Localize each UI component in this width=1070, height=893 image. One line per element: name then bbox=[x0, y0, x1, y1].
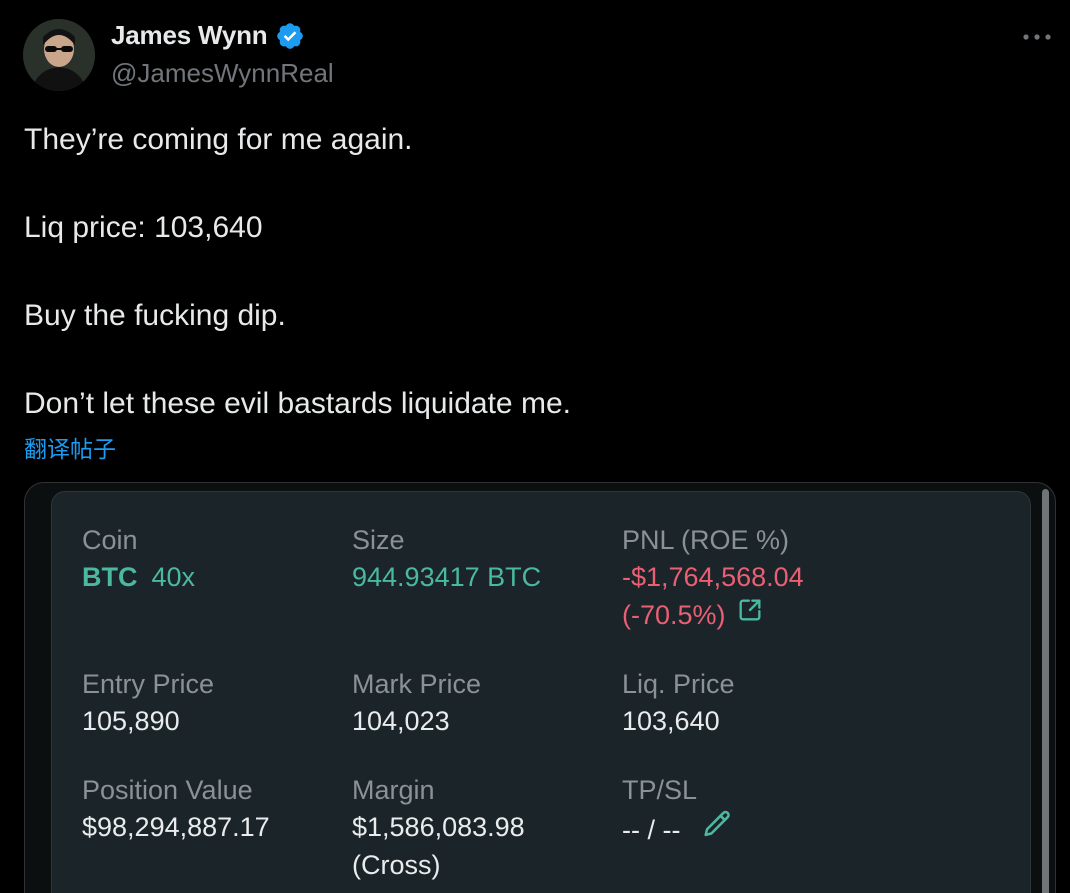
verified-badge-icon[interactable] bbox=[275, 21, 305, 51]
position-value-label: Position Value bbox=[82, 775, 253, 805]
avatar[interactable] bbox=[23, 19, 95, 91]
tpsl-label: TP/SL bbox=[622, 775, 698, 805]
size-cell: Size 944.93417 BTC bbox=[352, 522, 541, 596]
liq-price-label: Liq. Price bbox=[622, 669, 735, 699]
mark-price-cell: Mark Price 104,023 bbox=[352, 666, 481, 740]
media-scrollbar[interactable] bbox=[1042, 489, 1049, 893]
margin-cell: Margin $1,586,083.98 (Cross) bbox=[352, 772, 525, 884]
pnl-label: PNL (ROE %) bbox=[622, 525, 790, 555]
mark-price-value: 104,023 bbox=[352, 706, 450, 736]
author-handle[interactable]: @JamesWynnReal bbox=[111, 58, 334, 89]
liq-price-value: 103,640 bbox=[622, 706, 720, 736]
margin-mode: (Cross) bbox=[352, 850, 441, 880]
entry-price-value: 105,890 bbox=[82, 706, 180, 736]
author-name[interactable]: James Wynn bbox=[111, 20, 268, 51]
external-link-icon[interactable] bbox=[736, 596, 764, 634]
translate-post-link[interactable]: 翻译帖子 bbox=[24, 430, 116, 464]
coin-symbol: BTC bbox=[82, 562, 138, 592]
tweet-line: Don’t let these evil bastards liquidate … bbox=[24, 387, 571, 420]
position-value-value: $98,294,887.17 bbox=[82, 812, 270, 842]
size-value: 944.93417 BTC bbox=[352, 562, 542, 592]
tpsl-value: -- / -- bbox=[622, 815, 681, 845]
entry-price-label: Entry Price bbox=[82, 669, 215, 699]
more-options-icon[interactable] bbox=[1020, 22, 1054, 52]
tweet-text: They’re coming for me again. Liq price: … bbox=[24, 118, 1044, 426]
margin-label: Margin bbox=[352, 775, 435, 805]
coin-cell: Coin BTC 40x bbox=[82, 522, 195, 596]
leverage-value: 40x bbox=[151, 562, 196, 592]
pnl-cell: PNL (ROE %) -$1,764,568.04 (-70.5%) bbox=[622, 522, 804, 634]
coin-label: Coin bbox=[82, 525, 138, 555]
size-label: Size bbox=[352, 525, 405, 555]
pnl-value: -$1,764,568.04 bbox=[622, 562, 804, 592]
tweet-line: Buy the fucking dip. bbox=[24, 299, 286, 332]
pencil-icon[interactable] bbox=[700, 808, 734, 852]
entry-price-cell: Entry Price 105,890 bbox=[82, 666, 214, 740]
tweet-line: Liq price: 103,640 bbox=[24, 211, 263, 244]
tweet-media[interactable]: Coin BTC 40x Size 944.93417 BTC PNL (ROE … bbox=[24, 482, 1056, 893]
tpsl-cell: TP/SL -- / -- bbox=[622, 772, 734, 852]
roe-value: (-70.5%) bbox=[622, 600, 726, 630]
liq-price-cell: Liq. Price 103,640 bbox=[622, 666, 735, 740]
mark-price-label: Mark Price bbox=[352, 669, 482, 699]
tweet-line: They’re coming for me again. bbox=[24, 123, 413, 156]
margin-value: $1,586,083.98 bbox=[352, 812, 525, 842]
position-card: Coin BTC 40x Size 944.93417 BTC PNL (ROE … bbox=[51, 491, 1031, 893]
avatar-photo-icon bbox=[23, 19, 95, 91]
position-value-cell: Position Value $98,294,887.17 bbox=[82, 772, 270, 846]
